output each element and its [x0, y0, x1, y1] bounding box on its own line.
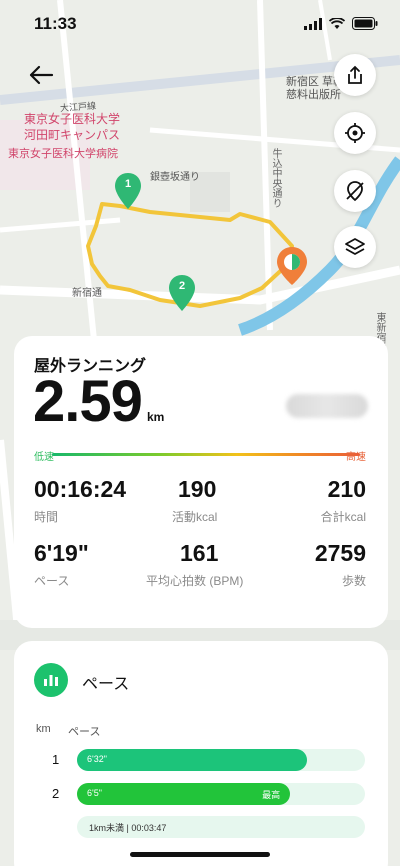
duration-value: 00:16:24 — [34, 476, 127, 502]
split-pace-1: 6'32" — [87, 754, 107, 764]
speed-high-label: 高速 — [346, 452, 366, 463]
map-label-otogawa: 大江戸線 — [59, 100, 97, 114]
layers-icon — [345, 238, 365, 255]
location-off-icon — [346, 181, 364, 202]
map-label-shinjuku-dori: 新宿通 — [72, 288, 102, 299]
status-icons — [304, 17, 378, 30]
locate-button[interactable] — [334, 112, 376, 154]
col-header-pace: ペース — [68, 726, 101, 738]
map-label-ushigome: 牛込中央通り — [270, 148, 281, 208]
col-header-km: km — [36, 723, 51, 735]
map-label-hospital: 東京女子医科大学病院 — [8, 148, 118, 160]
status-time: 11:33 — [34, 14, 77, 33]
split-remainder-text: 1km未満 | 00:03:47 — [89, 823, 167, 833]
map-label-univ2: 河田町キャンパス — [24, 128, 121, 142]
share-icon — [348, 65, 362, 84]
active-kcal-label: 活動kcal — [172, 510, 218, 524]
battery-icon — [352, 17, 378, 30]
speed-gradient-bar — [52, 453, 360, 456]
heart-rate-label: 平均心拍数 (BPM) — [146, 574, 244, 588]
steps-label: 歩数 — [341, 574, 366, 588]
wifi-icon — [329, 17, 345, 29]
pace-chart-icon — [34, 663, 68, 697]
split-bar-fill: 6'5" 最高 — [77, 783, 291, 805]
pace-value: 6'19" — [34, 540, 89, 566]
split-bar-2: 6'5" 最高 — [77, 783, 365, 805]
heart-rate-value: 161 — [180, 540, 219, 566]
split-pace-2: 6'5" — [87, 788, 102, 798]
distance-value: 2.59 — [33, 369, 143, 434]
cellular-signal-icon — [304, 17, 322, 30]
split-best-badge: 最高 — [262, 790, 281, 800]
split-bar-fill: 6'32" — [77, 749, 308, 771]
split-bar-1: 6'32" — [77, 749, 365, 771]
steps-value: 2759 — [314, 540, 366, 566]
split-remainder: 1km未満 | 00:03:47 — [77, 816, 365, 838]
distance-unit: km — [147, 410, 165, 424]
pace-section-title: ペース — [82, 676, 130, 693]
back-button[interactable] — [26, 60, 56, 90]
workout-summary-card: 屋外ランニング 2.59 km 低速 高速 00:16:24 時間 190 活動… — [14, 336, 388, 628]
status-bar: 11:33 — [0, 0, 400, 48]
share-button[interactable] — [334, 54, 376, 96]
active-kcal-value: 190 — [178, 476, 217, 502]
map-label-ginza: 銀壺坂通り — [150, 172, 200, 183]
pace-label: ペース — [34, 574, 70, 588]
split-km-2: 2 — [52, 786, 60, 801]
blurred-info — [286, 394, 368, 418]
duration-label: 時間 — [34, 510, 59, 524]
home-indicator[interactable] — [130, 852, 270, 857]
total-kcal-value: 210 — [327, 476, 366, 502]
back-arrow-icon — [29, 65, 54, 85]
split-km-1: 1 — [52, 752, 60, 767]
pace-card[interactable]: ペース km ペース 1 6'32" 2 6'5" 最高 1km未満 | 00:… — [14, 641, 388, 866]
crosshair-icon — [345, 123, 365, 143]
total-kcal-label: 合計kcal — [320, 510, 366, 524]
map-layers-button[interactable] — [334, 226, 376, 268]
hide-pins-button[interactable] — [334, 170, 376, 212]
speed-low-label: 低速 — [34, 452, 54, 463]
finish-pin-icon — [277, 247, 307, 285]
